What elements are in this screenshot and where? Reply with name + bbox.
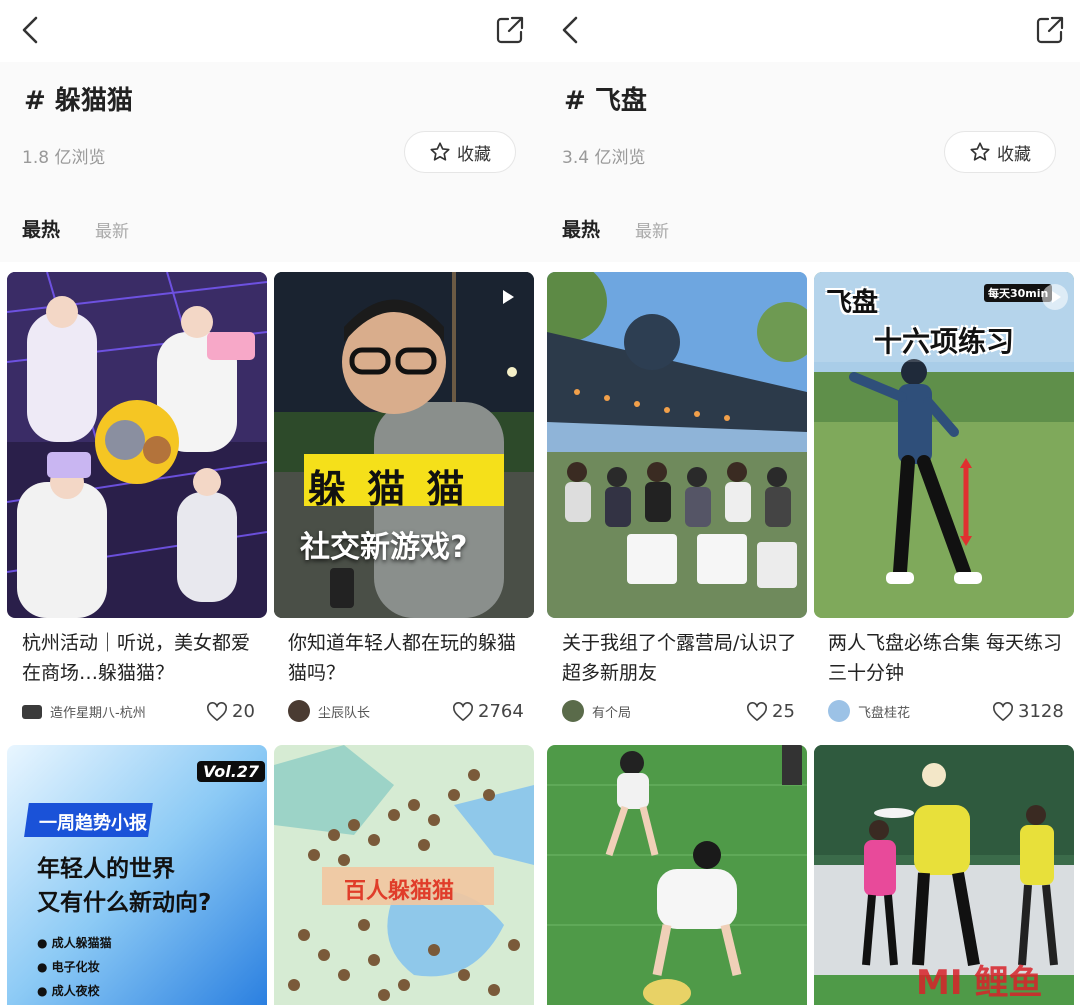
topic-title: # 飞盘 [564, 86, 647, 116]
heart-icon [453, 701, 473, 721]
post-title[interactable]: 关于我组了个露营局/认识了超多新朋友 [562, 628, 804, 688]
overlay-title: 飞盘 [826, 288, 879, 318]
back-arrow-icon[interactable] [558, 14, 586, 46]
favorite-button[interactable]: 收藏 [944, 131, 1056, 173]
topic-title: # 躲猫猫 [24, 86, 133, 116]
avatar [288, 700, 310, 722]
like-count: 2764 [478, 701, 524, 722]
badge-text: 一周趋势小报 [39, 813, 147, 834]
video-play-icon [1042, 284, 1068, 310]
like-count: 20 [232, 701, 255, 722]
bullet-item: ● 电子化妆 [37, 960, 100, 974]
heart-icon [207, 701, 227, 721]
tab-new[interactable]: 最新 [635, 217, 669, 242]
share-icon[interactable] [1034, 14, 1066, 46]
favorite-label: 收藏 [997, 144, 1031, 165]
post-image[interactable] [547, 272, 807, 618]
post-title[interactable]: 杭州活动｜听说，美女都爱在商场…躲猫猫？ [22, 628, 264, 688]
topic-panel-hide-and-seek: # 躲猫猫 1.8 亿浏览 收藏 最热 最新 杭州活动｜听说，美女都爱在商场…躲… [0, 0, 540, 1005]
author-name: 造作星期八-杭州 [50, 706, 146, 721]
author-name: 飞盘桂花 [858, 705, 911, 721]
avatar [22, 704, 42, 719]
heart-icon [747, 701, 767, 721]
star-icon [430, 142, 450, 161]
post-title[interactable]: 两人飞盘必练合集 每天练习三十分钟 [828, 628, 1070, 688]
map-label: 百人躲猫猫 [344, 878, 455, 904]
overlay-subtitle: 十六项练习 [874, 325, 1015, 358]
like-button[interactable]: 20 [206, 701, 255, 722]
bullet-item: ● 成人夜校 [37, 984, 100, 998]
view-count: 3.4 亿浏览 [562, 148, 646, 168]
avatar [828, 700, 850, 722]
post-image[interactable] [547, 745, 807, 1005]
top-bar [540, 0, 1080, 62]
volume-label: Vol.27 [197, 761, 266, 782]
overlay-subtitle: 社交新游戏? [300, 530, 468, 565]
post-image[interactable]: 飞盘 十六项练习 每天30min [814, 272, 1074, 618]
post-author[interactable]: 飞盘桂花 [828, 700, 910, 722]
post-author[interactable]: 尘辰队长 [288, 700, 370, 722]
favorite-button[interactable]: 收藏 [404, 131, 516, 173]
author-name: 有个局 [592, 705, 632, 721]
bullet-list: ● 成人躲猫猫 ● 电子化妆 ● 成人夜校 [37, 931, 112, 1003]
post-author[interactable]: 有个局 [562, 700, 631, 722]
tab-hot[interactable]: 最热 [562, 215, 600, 242]
bullet-item: ● 成人躲猫猫 [37, 936, 112, 950]
like-button[interactable]: 2764 [452, 701, 524, 722]
like-count: 25 [772, 701, 795, 722]
favorite-label: 收藏 [457, 144, 491, 165]
tab-new[interactable]: 最新 [95, 217, 129, 242]
post-title[interactable]: 你知道年轻人都在玩的躲猫猫吗？ [288, 628, 530, 688]
avatar [562, 700, 584, 722]
post-image[interactable] [7, 272, 267, 618]
like-button[interactable]: 3128 [992, 701, 1064, 722]
topic-panel-frisbee: # 飞盘 3.4 亿浏览 收藏 最热 最新 关于我组了个露营局/认识了超多新朋友… [540, 0, 1080, 1005]
like-count: 3128 [1018, 701, 1064, 722]
post-image[interactable]: 百人躲猫猫 [274, 745, 534, 1005]
video-play-icon [503, 290, 514, 304]
view-count: 1.8 亿浏览 [22, 148, 106, 168]
share-icon[interactable] [494, 14, 526, 46]
watermark-logo: MI 鲤鱼 [916, 963, 1043, 1003]
headline-line-1: 年轻人的世界 [37, 856, 175, 882]
post-image[interactable]: 躲 猫 猫 社交新游戏? [274, 272, 534, 618]
post-author[interactable]: 造作星期八-杭州 [22, 702, 146, 721]
star-icon [970, 142, 990, 161]
post-image[interactable]: Vol.27 一周趋势小报 年轻人的世界 又有什么新动向? ● 成人躲猫猫 ● … [7, 745, 267, 1005]
tab-hot[interactable]: 最热 [22, 215, 60, 242]
headline-line-2: 又有什么新动向? [37, 890, 212, 916]
like-button[interactable]: 25 [746, 701, 795, 722]
overlay-title: 躲 猫 猫 [308, 467, 469, 511]
back-arrow-icon[interactable] [18, 14, 46, 46]
top-bar [0, 0, 540, 62]
author-name: 尘辰队长 [318, 705, 371, 721]
heart-icon [993, 701, 1013, 721]
